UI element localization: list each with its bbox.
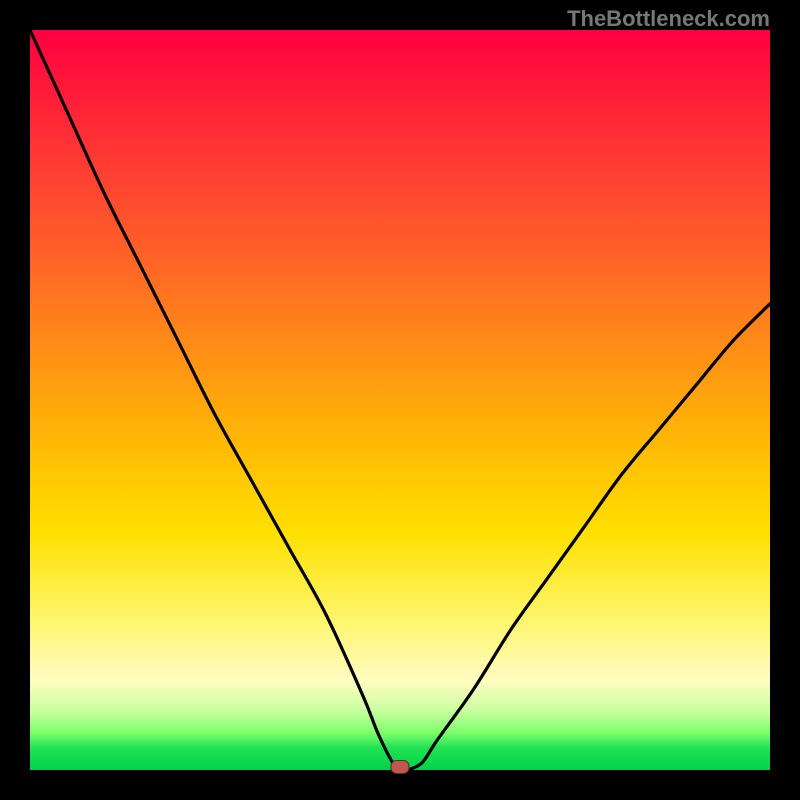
plot-area <box>30 30 770 770</box>
bottleneck-curve <box>30 30 770 770</box>
chart-frame: TheBottleneck.com <box>0 0 800 800</box>
optimal-point-marker <box>391 760 410 774</box>
watermark-text: TheBottleneck.com <box>567 6 770 32</box>
